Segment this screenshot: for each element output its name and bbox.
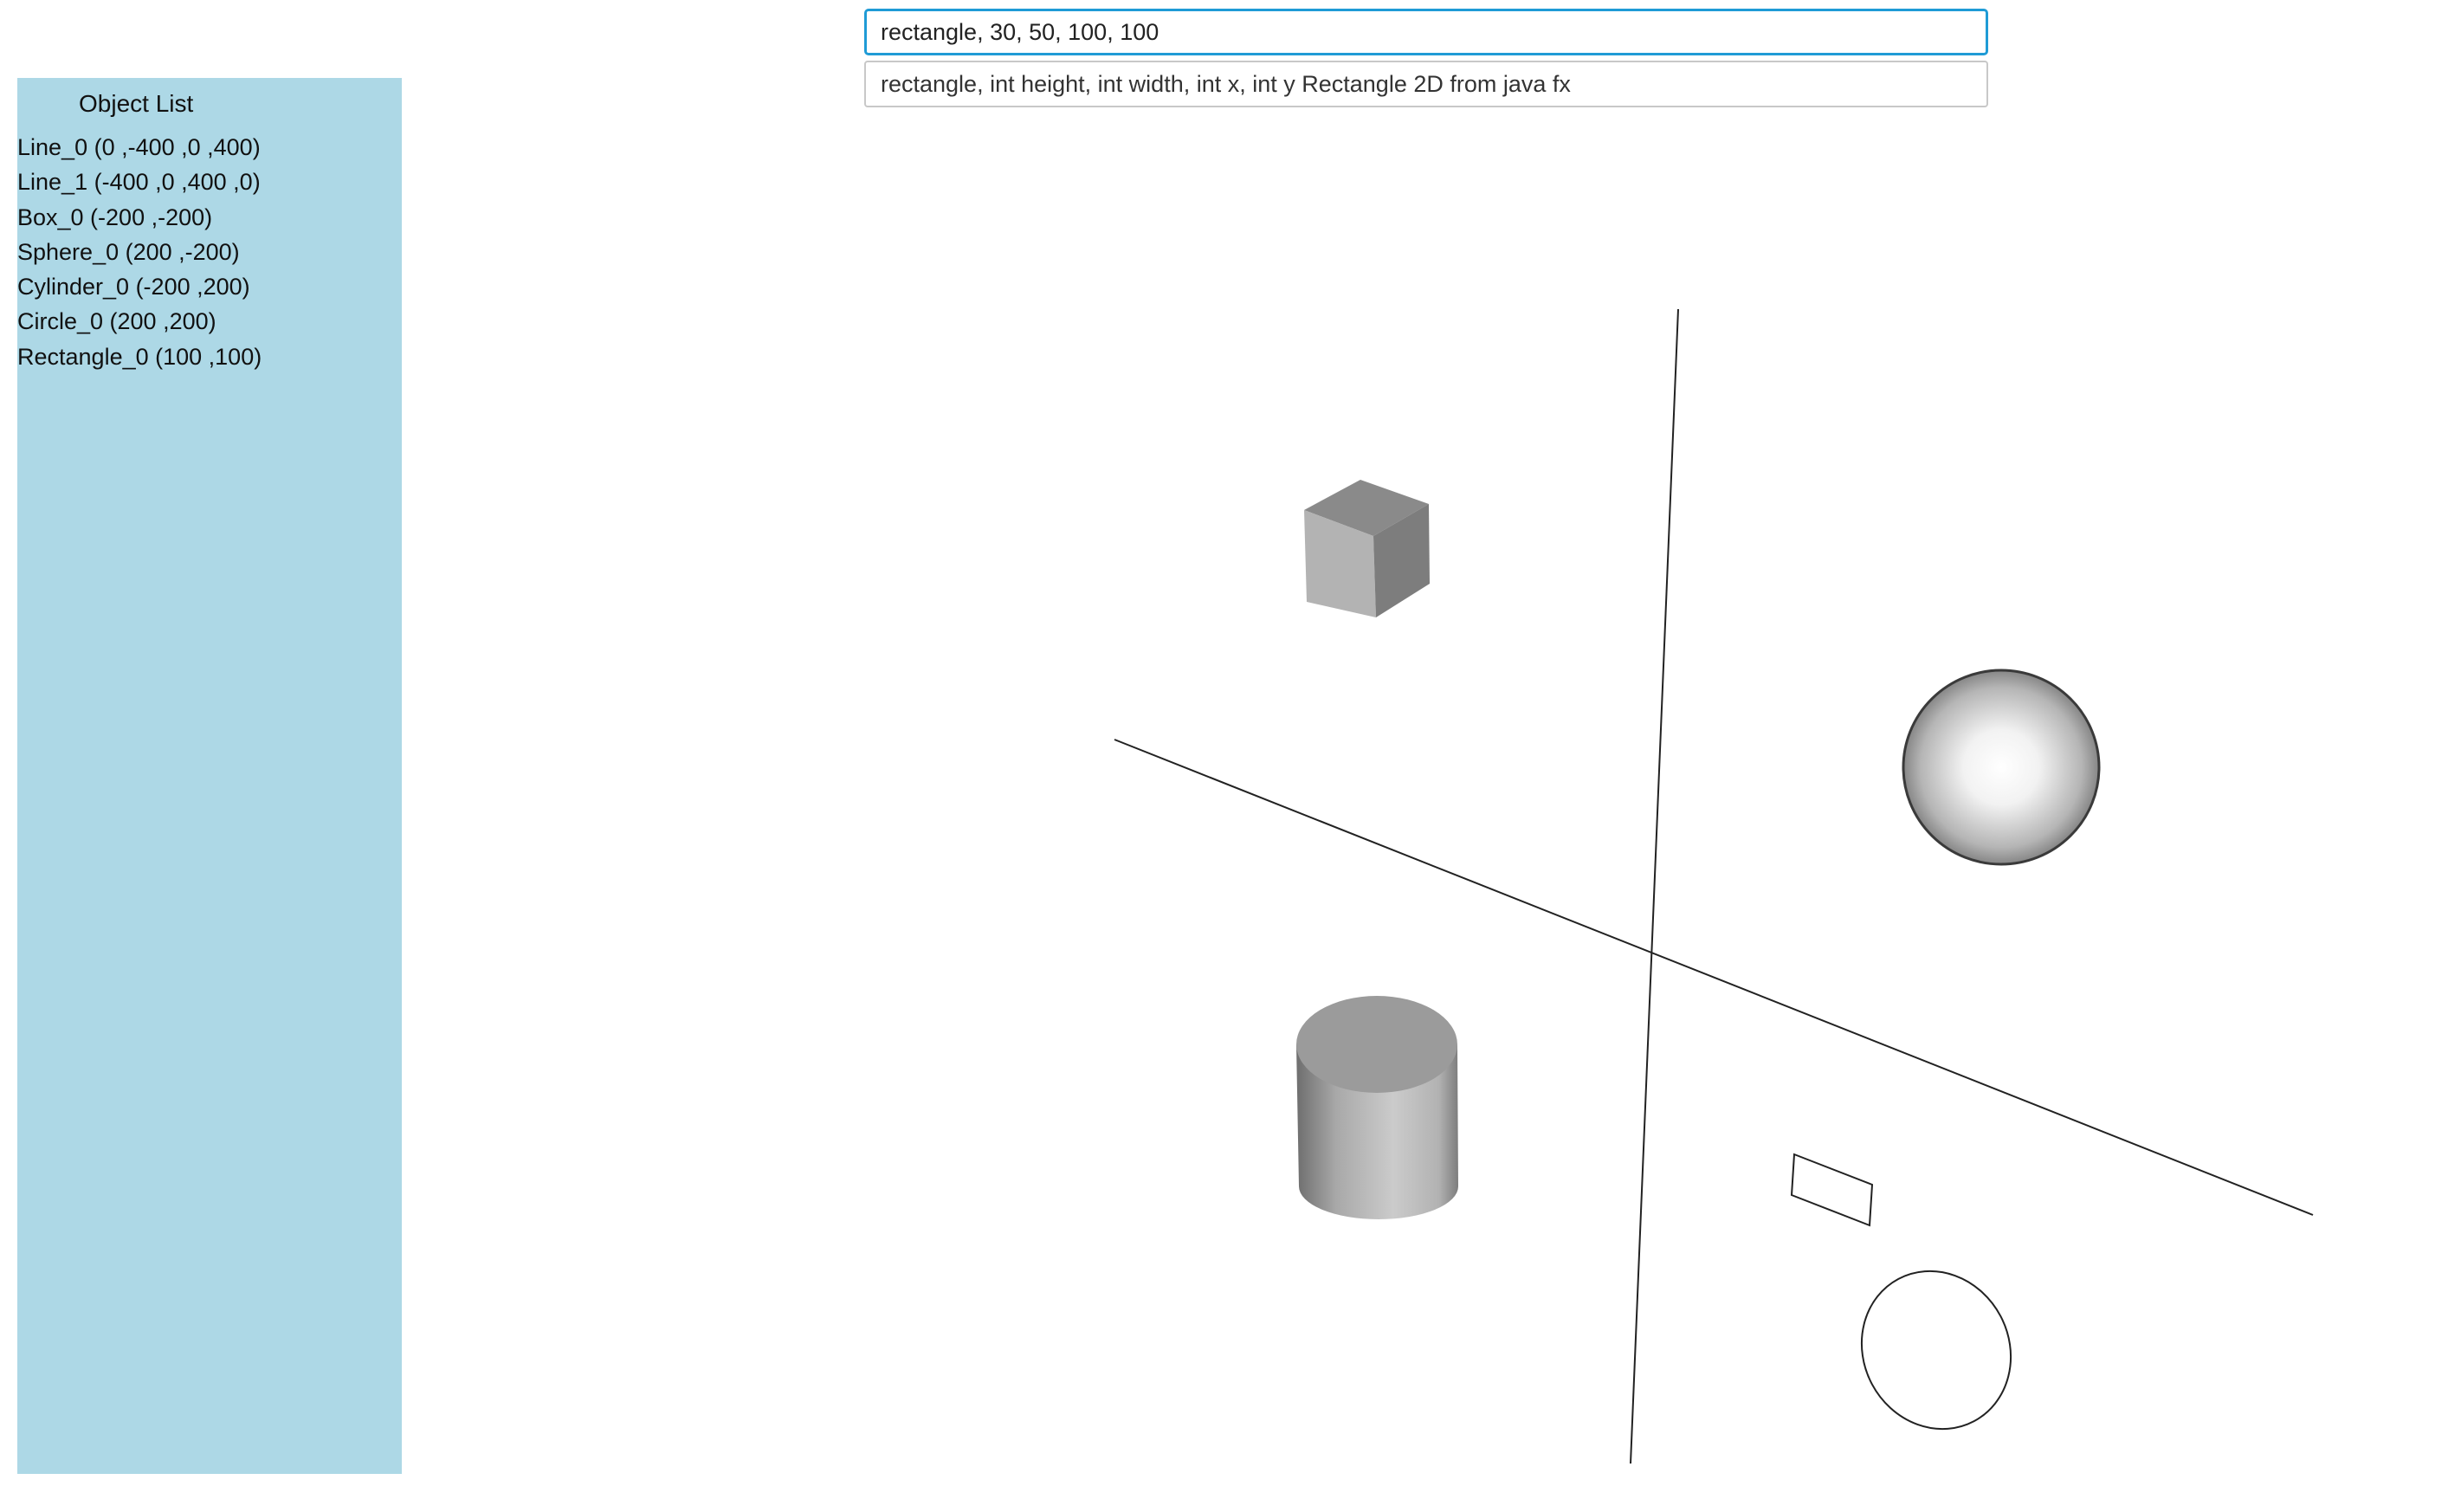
cylinder-0[interactable] xyxy=(1296,996,1458,1219)
object-item-sphere-0[interactable]: Sphere_0 (200 ,-200) xyxy=(17,235,262,269)
object-item-line-1[interactable]: Line_1 (-400 ,0 ,400 ,0) xyxy=(17,165,262,199)
sphere-0[interactable] xyxy=(1902,669,2101,866)
app-window: Object List Line_0 (0 ,-400 ,0 ,400) Lin… xyxy=(0,0,2461,1512)
rectangle-0[interactable] xyxy=(1790,1153,1874,1227)
object-item-circle-0[interactable]: Circle_0 (200 ,200) xyxy=(17,304,262,339)
object-list-title: Object List xyxy=(79,90,194,117)
line-0[interactable] xyxy=(1630,308,1679,1464)
box-0[interactable] xyxy=(1304,480,1430,617)
line-1[interactable] xyxy=(1114,739,2314,1216)
command-input[interactable] xyxy=(864,9,1988,55)
object-item-cylinder-0[interactable]: Cylinder_0 (-200 ,200) xyxy=(17,269,262,304)
object-item-rectangle-0[interactable]: Rectangle_0 (100 ,100) xyxy=(17,339,262,374)
object-list: Line_0 (0 ,-400 ,0 ,400) Line_1 (-400 ,0… xyxy=(17,130,262,374)
object-list-panel: Object List Line_0 (0 ,-400 ,0 ,400) Lin… xyxy=(17,78,402,1474)
command-hint: rectangle, int height, int width, int x,… xyxy=(864,61,1988,107)
circle-0[interactable] xyxy=(1834,1244,2038,1455)
object-item-line-0[interactable]: Line_0 (0 ,-400 ,0 ,400) xyxy=(17,130,262,165)
object-item-box-0[interactable]: Box_0 (-200 ,-200) xyxy=(17,200,262,235)
